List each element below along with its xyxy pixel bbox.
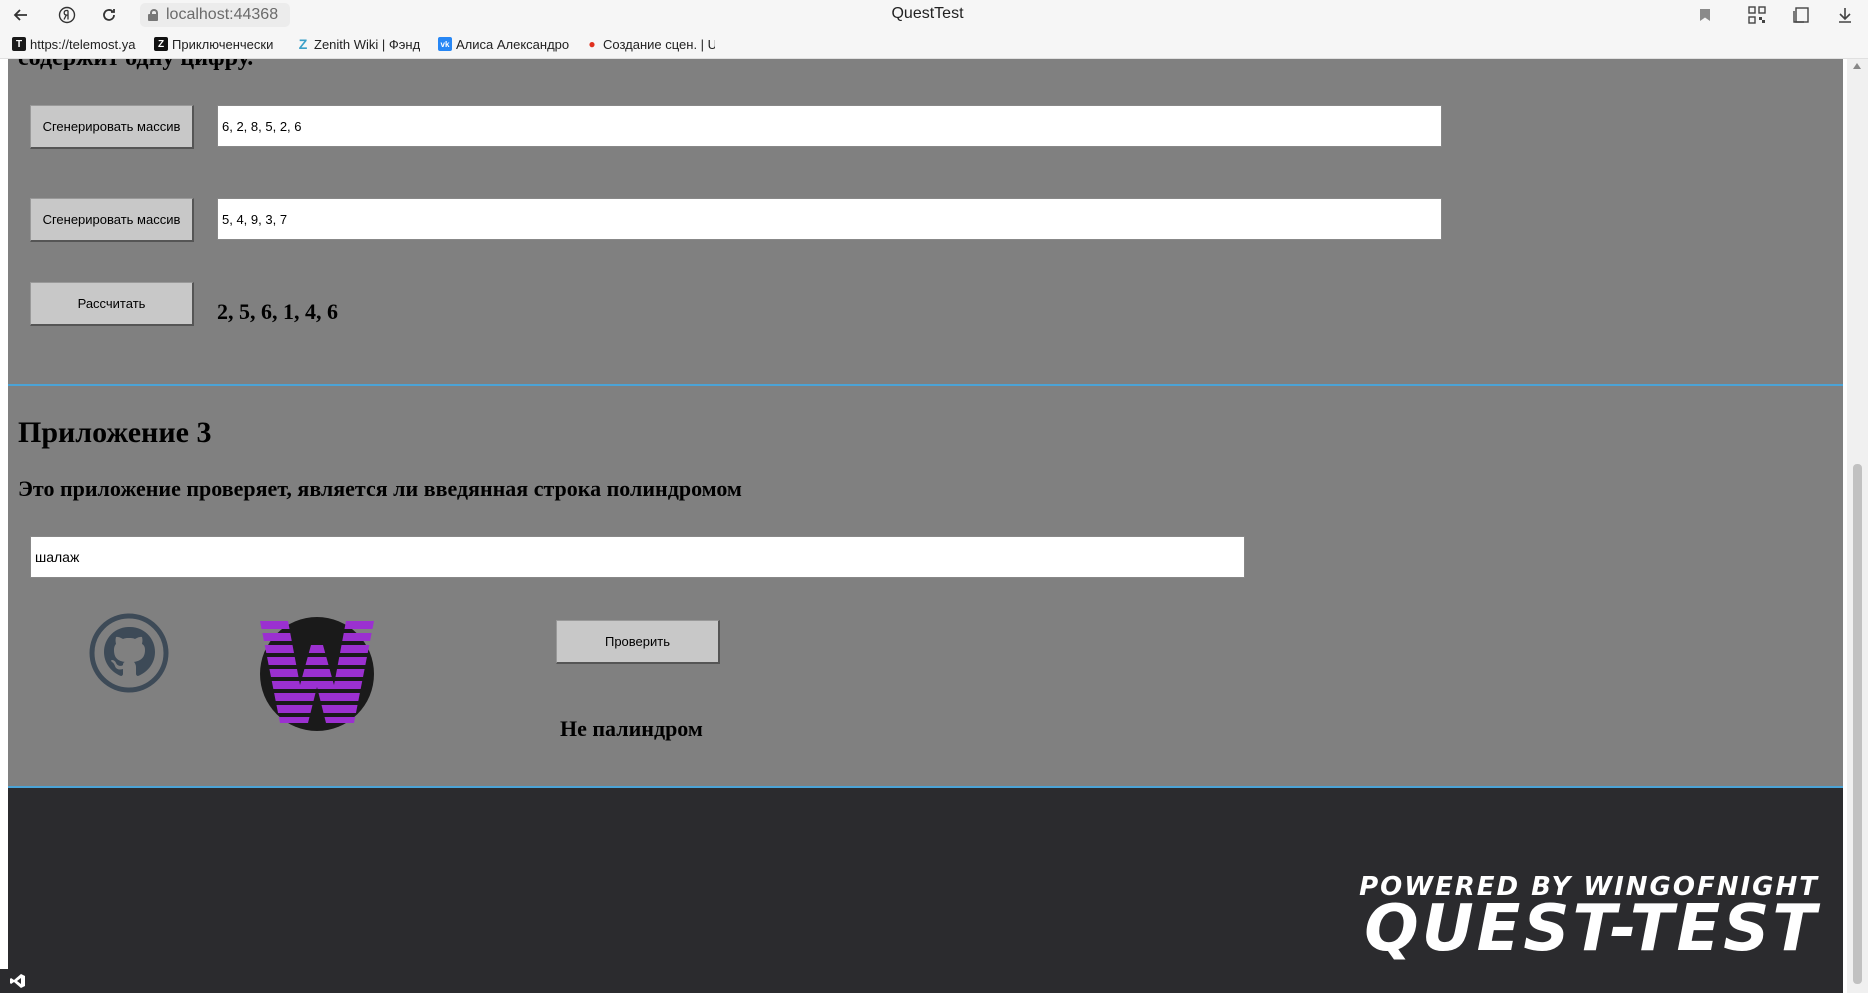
array-field-2[interactable]: 5, 4, 9, 3, 7 [217,198,1442,240]
page-content: содержит одну цифру. Сгенерировать масси… [8,59,1843,993]
check-button[interactable]: Проверить [556,620,720,664]
bookmarks-bar: T https://telemost.ya Z Приключенчески Z… [0,30,1868,59]
array-field-1[interactable]: 6, 2, 8, 5, 2, 6 [217,105,1442,147]
section-divider [8,384,1843,386]
download-icon[interactable] [1834,4,1856,26]
window-title: QuestTest [891,5,964,22]
app3-description: Это приложение проверяет, является ли вв… [18,476,742,501]
generate-array-button-1[interactable]: Сгенерировать массив [30,105,194,149]
collections-icon[interactable] [1790,4,1812,26]
scroll-up-icon[interactable] [1853,63,1861,69]
page-scrollbar[interactable] [1847,59,1868,993]
scrollbar-thumb[interactable] [1853,464,1862,984]
zenith-dark-icon: Z [154,37,168,51]
github-icon[interactable] [89,613,169,693]
palindrome-result: Не палиндром [560,716,703,741]
flame-icon: ● [588,37,596,51]
section-heading-cut: содержит одну цифру. [18,59,253,72]
wingofnight-logo [258,615,376,733]
zenith-icon: Z [298,36,308,52]
vk-icon: vk [438,37,452,51]
calculation-result: 2, 5, 6, 1, 4, 6 [217,299,338,324]
generate-array-button-2[interactable]: Сгенерировать массив [30,198,194,242]
bookmark-item[interactable]: Z Приключенчески [154,37,284,52]
bookmark-item[interactable]: Z Zenith Wiki | Фэнд [296,37,426,52]
bookmark-item[interactable]: vk Алиса Александро [438,37,573,52]
app3-title: Приложение 3 [18,416,212,449]
bookmark-item[interactable]: ● Создание сцен. | U [585,37,715,52]
telemost-icon: T [12,37,26,51]
footer: POWERED BY WINGOFNIGHT QUEST-TEST [8,788,1843,993]
visual-studio-icon[interactable] [0,969,36,993]
browser-toolbar: localhost:44368 QuestTest [0,0,1868,30]
qr-icon[interactable] [1746,4,1768,26]
bookmark-icon[interactable] [1694,4,1716,26]
calculate-button[interactable]: Рассчитать [30,282,194,326]
bookmark-item[interactable]: T https://telemost.ya [12,37,142,52]
palindrome-input[interactable]: шалаж [30,536,1245,578]
brand-logo: QUEST-TEST [1364,892,1819,966]
